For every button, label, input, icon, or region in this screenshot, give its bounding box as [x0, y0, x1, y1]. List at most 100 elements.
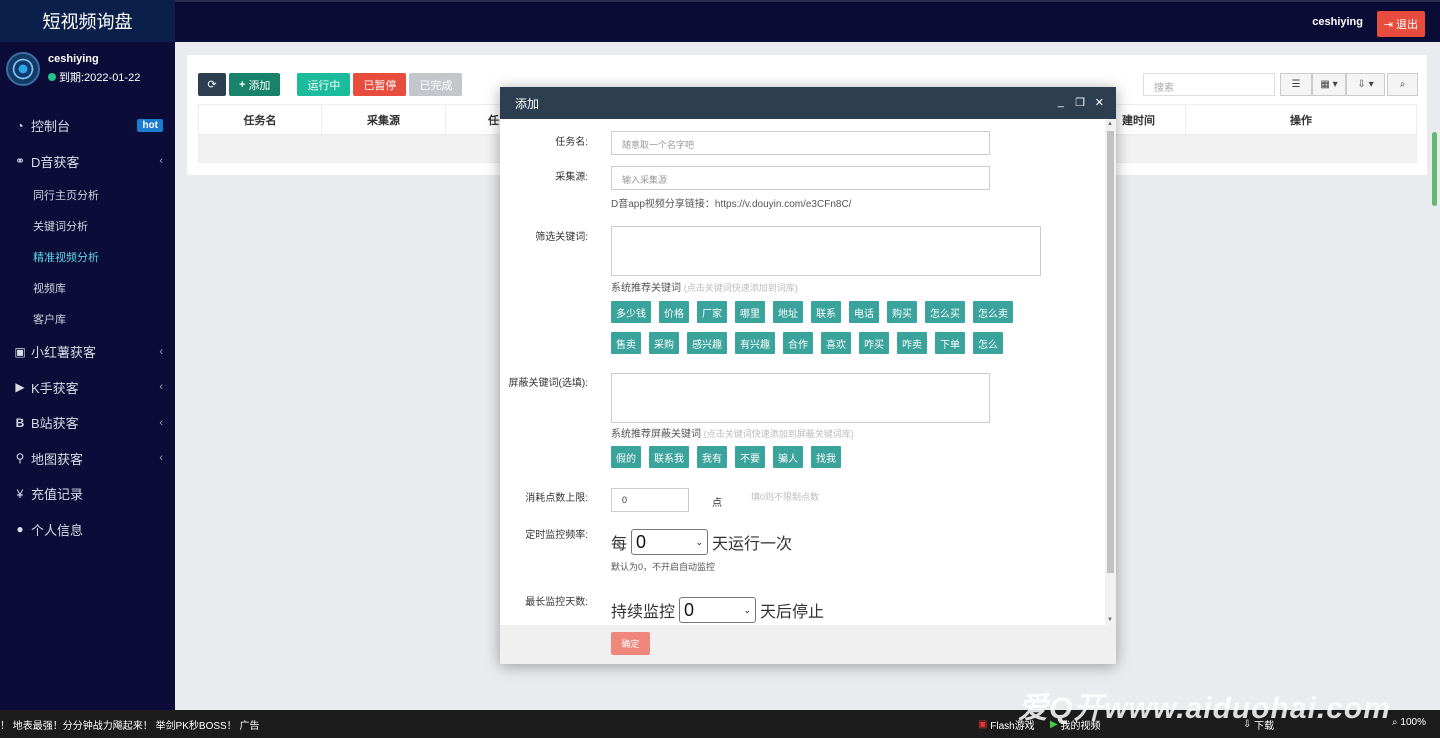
block-keywords-label: 屏蔽关键词(选填):	[508, 378, 588, 389]
export-button[interactable]: ⇩ ▾	[1346, 73, 1385, 96]
keyword-chip[interactable]: 购买	[887, 301, 917, 323]
sidebar: 短视频询盘 ceshiying 到期:2022-01-22 ◔ 控制台 hot …	[0, 0, 175, 710]
toolbar: ⟳ + 添加 运行中 已暂停 已完成	[198, 73, 465, 96]
filter-paused-button[interactable]: 已暂停	[353, 73, 407, 96]
keyword-chip[interactable]: 有兴趣	[735, 332, 775, 354]
keyword-chip[interactable]: 怎么卖	[973, 301, 1013, 323]
frequency-prefix: 每	[611, 536, 628, 553]
logout-button[interactable]: ⇥ 退出	[1376, 11, 1425, 37]
user-name: ceshiying	[48, 53, 99, 65]
sidebar-item-label: K手获客	[31, 380, 79, 396]
frequency-hint: 默认为0，不开启自动监控	[611, 562, 716, 572]
points-hint: 填0则不限制点数	[751, 492, 820, 502]
zoom-level[interactable]: ⌕ 100%	[1392, 717, 1426, 728]
filter-suggest-tip: (点击关键词快速添加到词库)	[683, 283, 798, 293]
keyword-chip[interactable]: 哪里	[735, 301, 765, 323]
keyword-chip[interactable]: 电话	[849, 301, 879, 323]
keyword-chip[interactable]: 喜欢	[821, 332, 851, 354]
grid-icon: ▦ ▾	[1320, 79, 1338, 90]
maximize-icon[interactable]: ❐	[1075, 96, 1085, 109]
sidebar-item-label: D音获客	[31, 154, 80, 170]
block-keywords-textarea[interactable]	[611, 373, 990, 423]
page-scroll-thumb[interactable]	[1432, 132, 1437, 206]
keyword-chip[interactable]: 不要	[735, 446, 765, 468]
column-header[interactable]: 采集源	[322, 105, 446, 134]
plus-icon: +	[239, 78, 246, 91]
keyword-chip[interactable]: 找我	[811, 446, 841, 468]
toggle-view-button[interactable]: ☰	[1280, 73, 1312, 96]
flash-icon: ▣	[978, 719, 988, 730]
keyword-chip[interactable]: 采购	[649, 332, 679, 354]
sidebar-item-map[interactable]: ⚲ 地图获客 ‹	[0, 441, 175, 477]
confirm-button[interactable]: 确定	[611, 632, 650, 655]
dashboard-icon: ◔	[16, 118, 24, 133]
keyword-chip[interactable]: 联系	[811, 301, 841, 323]
keyword-chip[interactable]: 地址	[773, 301, 803, 323]
sidebar-item-bilibili[interactable]: B B站获客 ‹	[0, 405, 175, 441]
keyword-chip[interactable]: 多少钱	[611, 301, 651, 323]
scroll-thumb[interactable]	[1107, 131, 1114, 573]
sidebar-sub-keyword-analysis[interactable]: 关键词分析	[0, 210, 175, 241]
sidebar-sub-video-analysis[interactable]: 精准视频分析	[0, 241, 175, 272]
sidebar-item-dashboard[interactable]: ◔ 控制台 hot	[0, 108, 175, 144]
top-user-name: ceshiying	[1312, 16, 1363, 28]
keyword-chip[interactable]: 怎么买	[925, 301, 965, 323]
source-input[interactable]: 输入采集源	[611, 166, 990, 190]
keyword-chip[interactable]: 厂家	[697, 301, 727, 323]
hot-badge: hot	[137, 119, 163, 133]
keyword-chip[interactable]: 联系我	[649, 446, 689, 468]
source-hint: D音app视频分享链接：https://v.douyin.com/e3CFn8C…	[611, 199, 852, 210]
advanced-search-button[interactable]: ⌕	[1387, 73, 1418, 96]
modal-scrollbar[interactable]: ▲ ▼	[1105, 119, 1116, 625]
task-name-input[interactable]: 随意取一个名字吧	[611, 131, 990, 155]
sidebar-sub-customer-library[interactable]: 客户库	[0, 303, 175, 334]
ad-ticker[interactable]: ！ 地表最强！分分钟战力飚起来！ 举剑PK秒BOSS！ 广告	[0, 717, 259, 732]
minimize-icon[interactable]: _	[1058, 96, 1064, 108]
keyword-chip[interactable]: 合作	[783, 332, 813, 354]
filter-running-button[interactable]: 运行中	[297, 73, 351, 96]
modal-title: 添加	[515, 96, 540, 111]
keyword-chip[interactable]: 咋卖	[897, 332, 927, 354]
sidebar-item-xiaohongshu[interactable]: ▣ 小红薯获客 ‹	[0, 334, 175, 370]
frequency-select[interactable]: 0 ⌄	[631, 529, 709, 555]
chevron-left-icon: ‹	[159, 452, 163, 465]
keyword-chip[interactable]: 售卖	[611, 332, 641, 354]
keyword-chip[interactable]: 骗人	[773, 446, 803, 468]
scroll-down-icon[interactable]: ▼	[1107, 617, 1113, 623]
points-unit: 点	[712, 498, 722, 509]
chevron-left-icon: ‹	[159, 345, 163, 358]
sidebar-sub-peer-analysis[interactable]: 同行主页分析	[0, 179, 175, 210]
keyword-chip[interactable]: 咋买	[859, 332, 889, 354]
bold-b-icon: B	[15, 415, 25, 430]
chevron-left-icon: ‹	[159, 416, 163, 429]
columns-button[interactable]: ▦ ▾	[1312, 73, 1346, 96]
sidebar-item-profile[interactable]: ● 个人信息	[0, 512, 175, 548]
user-expire: 到期:2022-01-22	[48, 69, 140, 85]
sidebar-item-label: B站获客	[31, 416, 79, 432]
keyword-chip[interactable]: 我有	[697, 446, 727, 468]
points-input[interactable]: 0	[611, 488, 689, 512]
modal-footer: 确定	[500, 625, 1116, 664]
scroll-up-icon[interactable]: ▲	[1107, 121, 1113, 127]
search-input[interactable]: 搜索	[1143, 73, 1275, 96]
sidebar-item-douyin[interactable]: ⚭ D音获客 ‹	[0, 144, 175, 180]
refresh-icon: ⟳	[207, 79, 217, 91]
close-icon[interactable]: ✕	[1095, 96, 1104, 109]
keyword-chip[interactable]: 价格	[659, 301, 689, 323]
column-header[interactable]: 任务名	[199, 105, 322, 134]
sidebar-item-recharge[interactable]: ¥ 充值记录	[0, 476, 175, 512]
page-scrollbar[interactable]	[1427, 42, 1440, 710]
max-days-select[interactable]: 0 ⌄	[679, 597, 757, 623]
add-button[interactable]: + 添加	[229, 73, 281, 96]
keyword-chip[interactable]: 怎么	[973, 332, 1003, 354]
keyword-chip[interactable]: 感兴趣	[687, 332, 727, 354]
keyword-chip[interactable]: 下单	[935, 332, 965, 354]
sidebar-item-kuaishou[interactable]: ▶ K手获客 ‹	[0, 370, 175, 406]
keyword-chip[interactable]: 假的	[611, 446, 641, 468]
sidebar-sub-video-library[interactable]: 视频库	[0, 272, 175, 303]
watermark: 爱Q开www.aiduohai.com	[1018, 692, 1391, 725]
refresh-button[interactable]: ⟳	[198, 73, 226, 96]
filter-done-button[interactable]: 已完成	[409, 73, 463, 96]
filter-keywords-textarea[interactable]	[611, 226, 1041, 276]
top-bar: ceshiying ⇥ 退出	[175, 0, 1440, 42]
